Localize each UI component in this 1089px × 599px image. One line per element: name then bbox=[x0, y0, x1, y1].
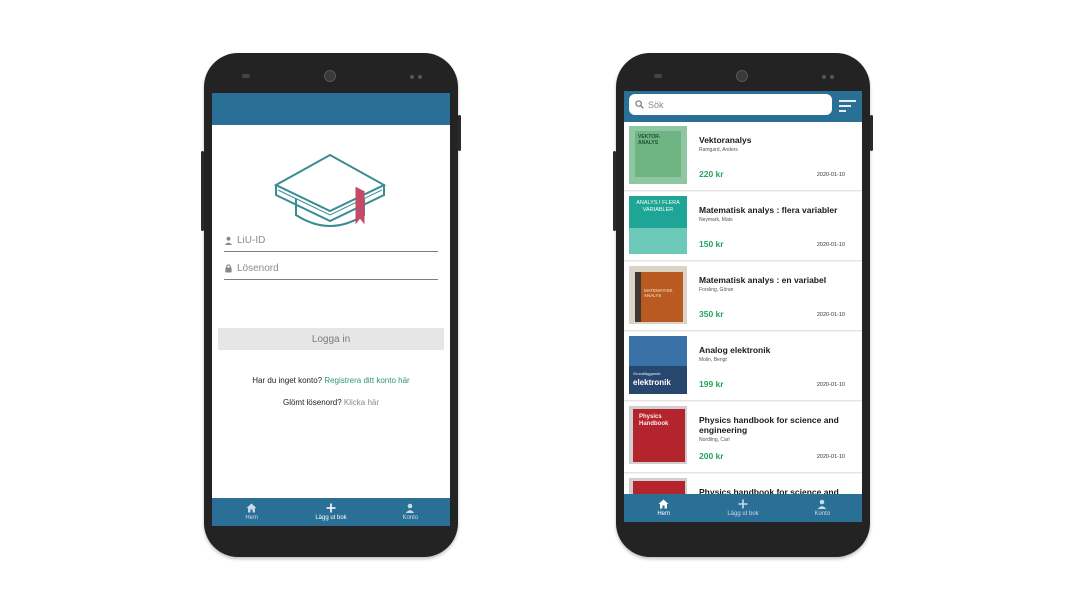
volume-button bbox=[201, 151, 204, 231]
book-author: Ramgard, Anders bbox=[699, 147, 738, 153]
book-price: 220 kr bbox=[699, 169, 724, 179]
book-title: Matematisk analys : en variabel bbox=[699, 275, 827, 285]
book-price: 350 kr bbox=[699, 309, 724, 319]
nav-home[interactable]: Hem bbox=[624, 494, 703, 522]
no-account-text: Har du inget konto? bbox=[252, 376, 325, 385]
book-title: Analog elektronik bbox=[699, 345, 771, 355]
book-list-screen: VEKTOR-ANALYS Vektoranalys Ramgard, Ande… bbox=[624, 91, 862, 522]
forgot-password-prompt: Glömt lösenord? Klicka här bbox=[212, 398, 450, 407]
power-button bbox=[458, 115, 461, 151]
userid-input[interactable] bbox=[233, 234, 417, 246]
home-icon bbox=[658, 499, 669, 509]
search-icon bbox=[635, 100, 644, 109]
sensor bbox=[418, 75, 422, 79]
search-header bbox=[624, 91, 862, 122]
cover-title-text: ANALYS I FLERA VARIABLER bbox=[636, 200, 680, 213]
book-cover-image: Physics Handbook bbox=[629, 406, 687, 464]
plus-icon bbox=[326, 503, 336, 513]
book-title: Vektoranalys bbox=[699, 135, 752, 145]
register-link[interactable]: Registrera ditt konto här bbox=[324, 376, 409, 385]
cover-title-text: elektronik bbox=[633, 378, 671, 387]
book-list-item[interactable]: VEKTOR-ANALYS Vektoranalys Ramgard, Ande… bbox=[624, 122, 862, 191]
nav-account[interactable]: Konto bbox=[783, 494, 862, 522]
book-author: Molin, Bengt bbox=[699, 357, 727, 363]
nav-account[interactable]: Konto bbox=[371, 498, 450, 526]
book-cover-image: MATEMATISK ANALYS bbox=[629, 266, 687, 324]
nav-add-book[interactable]: Lägg ut bok bbox=[291, 498, 370, 526]
logo-graduation-cap-book-icon bbox=[272, 151, 390, 236]
register-prompt: Har du inget konto? Registrera ditt kont… bbox=[212, 376, 450, 385]
book-price: 199 kr bbox=[699, 379, 724, 389]
book-date: 2020-01-10 bbox=[816, 312, 845, 318]
book-cover-image: VEKTOR-ANALYS bbox=[629, 126, 687, 184]
userid-field[interactable] bbox=[224, 229, 438, 252]
front-camera bbox=[324, 70, 336, 82]
book-list-item[interactable]: ANALYS I FLERA VARIABLER Matematisk anal… bbox=[624, 192, 862, 261]
bottom-navigation: Hem Lägg ut bok Konto bbox=[212, 498, 450, 526]
book-price: 200 kr bbox=[699, 451, 724, 461]
sensor bbox=[830, 75, 834, 79]
person-icon bbox=[818, 499, 827, 509]
login-button[interactable]: Logga in bbox=[218, 328, 444, 350]
cover-title-text: VEKTOR-ANALYS bbox=[638, 134, 661, 146]
earpiece bbox=[242, 74, 250, 78]
cover-title-text: MATEMATISK ANALYS bbox=[644, 288, 673, 298]
nav-account-label: Konto bbox=[814, 511, 831, 517]
phone-book-list: VEKTOR-ANALYS Vektoranalys Ramgard, Ande… bbox=[613, 53, 873, 557]
person-icon bbox=[406, 503, 415, 513]
book-date: 2020-01-10 bbox=[816, 454, 845, 460]
book-date: 2020-01-10 bbox=[816, 172, 845, 178]
search-input[interactable] bbox=[644, 99, 808, 110]
home-icon bbox=[246, 503, 257, 513]
book-list-item[interactable]: Physics Handbook Physics handbook for sc… bbox=[624, 402, 862, 473]
book-cover-image: Grundläggande elektronik bbox=[629, 336, 687, 394]
nav-account-label: Konto bbox=[402, 515, 419, 521]
book-cover-image: ANALYS I FLERA VARIABLER bbox=[629, 196, 687, 254]
login-screen: Logga in Har du inget konto? Registrera … bbox=[212, 93, 450, 526]
sensor bbox=[410, 75, 414, 79]
book-title: Physics handbook for science and enginee… bbox=[699, 415, 839, 435]
book-list-item[interactable]: Grundläggande elektronik Analog elektron… bbox=[624, 332, 862, 401]
volume-button bbox=[613, 151, 616, 231]
power-button bbox=[870, 115, 873, 151]
book-date: 2020-01-10 bbox=[816, 382, 845, 388]
front-camera bbox=[736, 70, 748, 82]
nav-add-book-label: Lägg ut bok bbox=[727, 511, 759, 517]
sensor bbox=[822, 75, 826, 79]
book-list-item[interactable]: MATEMATISK ANALYS Matematisk analys : en… bbox=[624, 262, 862, 331]
book-author: Nordling, Carl bbox=[699, 437, 730, 443]
sort-filter-icon[interactable] bbox=[839, 100, 856, 112]
book-title: Matematisk analys : flera variabler bbox=[699, 205, 838, 215]
cover-subtitle-text: Grundläggande bbox=[633, 371, 661, 376]
nav-home-label: Hem bbox=[657, 511, 670, 517]
lock-icon bbox=[225, 264, 232, 273]
password-field[interactable] bbox=[224, 257, 438, 280]
earpiece bbox=[654, 74, 662, 78]
forgot-link[interactable]: Klicka här bbox=[344, 398, 379, 407]
search-bar[interactable] bbox=[629, 94, 832, 115]
nav-home[interactable]: Hem bbox=[212, 498, 291, 526]
password-input[interactable] bbox=[233, 262, 417, 274]
book-price: 150 kr bbox=[699, 239, 724, 249]
phone-login: Logga in Har du inget konto? Registrera … bbox=[201, 53, 461, 557]
cover-title-text: Physics Handbook bbox=[639, 414, 669, 427]
forgot-text: Glömt lösenord? bbox=[282, 398, 344, 407]
book-author: Forsling, Göran bbox=[699, 287, 734, 293]
plus-icon bbox=[738, 499, 748, 509]
book-date: 2020-01-10 bbox=[816, 242, 845, 248]
person-icon bbox=[224, 236, 233, 245]
nav-add-book-label: Lägg ut bok bbox=[315, 515, 347, 521]
nav-home-label: Hem bbox=[245, 515, 258, 521]
app-header bbox=[212, 93, 450, 125]
book-author: Neymark, Mats bbox=[699, 217, 733, 223]
bottom-navigation: Hem Lägg ut bok Konto bbox=[624, 494, 862, 522]
nav-add-book[interactable]: Lägg ut bok bbox=[703, 494, 782, 522]
